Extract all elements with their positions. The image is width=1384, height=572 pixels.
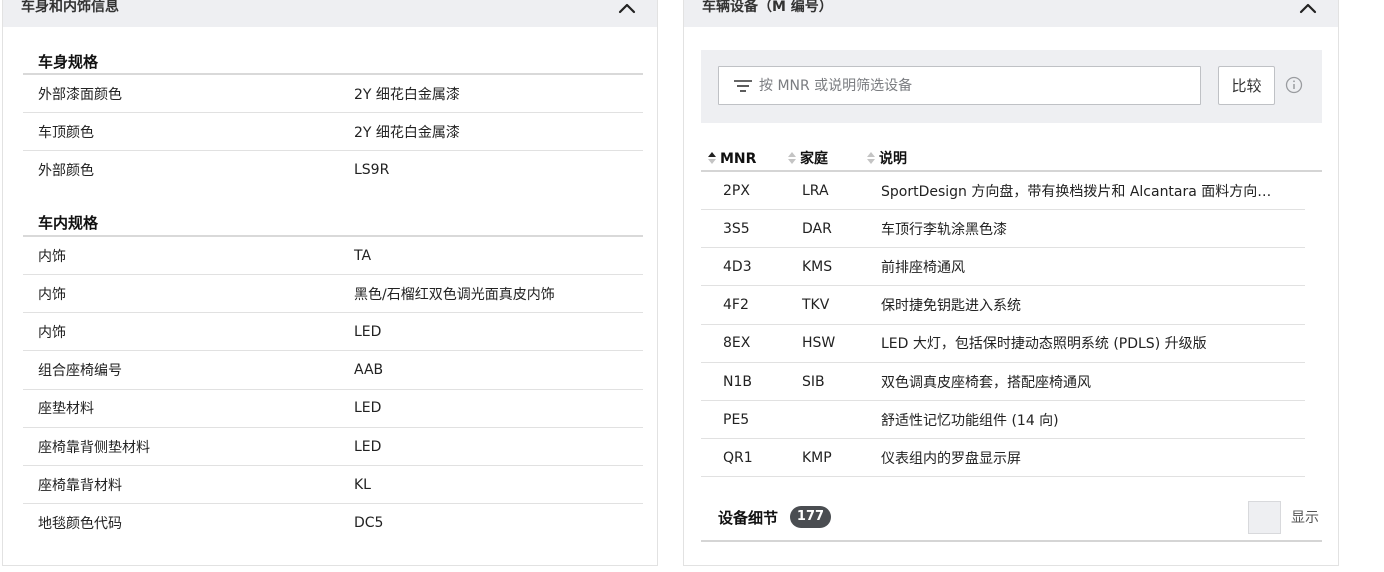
- equipment-details-bar: 设备细节 177 显示: [701, 497, 1322, 542]
- spec-row: 内饰 LED: [23, 313, 643, 352]
- column-header-mnr[interactable]: MNR: [707, 148, 756, 170]
- body-interior-title: 车身和内饰信息: [21, 0, 119, 15]
- spec-value: LED: [354, 438, 382, 455]
- filter-bar: 比较: [701, 50, 1322, 123]
- cell-description: 车顶行李轨涂黑色漆: [881, 221, 1007, 238]
- spec-row: 外部颜色 LS9R: [23, 151, 643, 189]
- cell-description: 保时捷免钥匙进入系统: [881, 298, 1021, 315]
- spec-value: TA: [354, 247, 372, 264]
- spec-row: 地毯颜色代码 DC5: [23, 504, 643, 542]
- spec-row: 组合座椅编号 AAB: [23, 352, 643, 390]
- cell-description: SportDesign 方向盘，带有换档拨片和 Alcantara 面料方向…: [881, 183, 1272, 200]
- show-label[interactable]: 显示: [1291, 507, 1319, 527]
- spec-value: LED: [354, 323, 382, 340]
- equipment-count-badge: 177: [790, 506, 831, 528]
- spec-value: 2Y 细花白金属漆: [354, 86, 460, 103]
- spec-label: 内饰: [38, 324, 66, 341]
- interior-specs-heading: 车内规格: [38, 214, 99, 232]
- show-toggle[interactable]: [1248, 501, 1281, 534]
- cell-family: HSW: [802, 335, 836, 352]
- table-row[interactable]: 8EX HSW LED 大灯，包括保时捷动态照明系统 (PDLS) 升级版: [701, 325, 1305, 363]
- table-row[interactable]: QR1 KMP 仪表组内的罗盘显示屏: [701, 439, 1305, 478]
- spec-value: 黑色/石榴红双色调光面真皮内饰: [354, 286, 555, 303]
- body-specs-heading: 车身规格: [38, 53, 99, 71]
- spec-label: 组合座椅编号: [38, 363, 122, 380]
- sort-icon: [867, 152, 875, 164]
- spec-row: 车顶颜色 2Y 细花白金属漆: [23, 113, 643, 152]
- spec-row: 内饰 黑色/石榴红双色调光面真皮内饰: [23, 275, 643, 314]
- spec-value: LS9R: [354, 162, 390, 179]
- filter-input[interactable]: [759, 67, 1189, 104]
- column-label-family: 家庭: [800, 151, 828, 167]
- column-header-family[interactable]: 家庭: [787, 148, 828, 170]
- equipment-table-header: MNR 家庭 说明: [701, 148, 1322, 172]
- column-label-mnr: MNR: [720, 151, 757, 167]
- cell-mnr: PE5: [723, 411, 750, 428]
- cell-family: LRA: [802, 182, 829, 199]
- cell-mnr: 2PX: [723, 182, 750, 199]
- spec-row: 座垫材料 LED: [23, 390, 643, 428]
- cell-mnr: N1B: [723, 373, 752, 390]
- spec-label: 地毯颜色代码: [38, 516, 122, 533]
- spec-label: 座椅靠背材料: [38, 477, 122, 494]
- body-interior-panel: 车身和内饰信息 车身规格 外部漆面颜色 2Y 细花白金属漆 车顶颜色 2Y 细花白金属…: [2, 0, 658, 566]
- spec-row: 座椅靠背材料 KL: [23, 466, 643, 505]
- spec-label: 外部颜色: [38, 163, 94, 180]
- column-label-description: 说明: [879, 151, 907, 167]
- table-row[interactable]: 3S5 DAR 车顶行李轨涂黑色漆: [701, 210, 1305, 249]
- spec-label: 车顶颜色: [38, 124, 94, 141]
- spec-label: 内饰: [38, 286, 66, 303]
- body-interior-header[interactable]: 车身和内饰信息: [3, 0, 657, 27]
- equipment-details-label: 设备细节: [718, 509, 779, 527]
- cell-mnr: 4F2: [723, 297, 749, 314]
- info-icon[interactable]: [1285, 76, 1303, 94]
- cell-description: 舒适性记忆功能组件 (14 向): [881, 412, 1059, 429]
- sort-icon: [788, 152, 796, 164]
- spec-label: 座椅靠背侧垫材料: [38, 439, 150, 456]
- cell-description: LED 大灯，包括保时捷动态照明系统 (PDLS) 升级版: [881, 336, 1207, 353]
- spec-label: 座垫材料: [38, 401, 94, 418]
- cell-family: DAR: [802, 220, 832, 237]
- cell-family: SIB: [802, 373, 825, 390]
- cell-family: KMS: [802, 258, 833, 275]
- cell-family: KMP: [802, 449, 832, 466]
- cell-mnr: 8EX: [723, 335, 751, 352]
- table-row[interactable]: PE5 舒适性记忆功能组件 (14 向): [701, 401, 1305, 440]
- cell-family: TKV: [802, 297, 830, 314]
- filter-icon: [734, 80, 752, 92]
- cell-description: 仪表组内的罗盘显示屏: [881, 450, 1021, 467]
- spec-value: LED: [354, 400, 382, 417]
- table-row[interactable]: 2PX LRA SportDesign 方向盘，带有换档拨片和 Alcantara …: [701, 172, 1305, 210]
- chevron-up-icon[interactable]: [1298, 1, 1318, 15]
- compare-button[interactable]: 比较: [1218, 66, 1275, 105]
- column-header-description[interactable]: 说明: [866, 148, 907, 170]
- cell-description: 双色调真皮座椅套，搭配座椅通风: [881, 374, 1091, 391]
- spec-row: 座椅靠背侧垫材料 LED: [23, 428, 643, 466]
- spec-label: 外部漆面颜色: [38, 86, 122, 103]
- chevron-up-icon[interactable]: [617, 1, 637, 15]
- spec-value: 2Y 细花白金属漆: [354, 124, 460, 141]
- spec-value: AAB: [354, 362, 384, 379]
- equipment-header[interactable]: 车辆设备（M 编号）: [684, 0, 1338, 27]
- cell-mnr: 4D3: [723, 258, 752, 275]
- spec-value: DC5: [354, 515, 384, 532]
- equipment-title: 车辆设备（M 编号）: [702, 0, 833, 15]
- table-row[interactable]: 4D3 KMS 前排座椅通风: [701, 248, 1305, 287]
- spec-label: 内饰: [38, 248, 66, 265]
- spec-row: 外部漆面颜色 2Y 细花白金属漆: [23, 75, 643, 113]
- table-row[interactable]: N1B SIB 双色调真皮座椅套，搭配座椅通风: [701, 363, 1305, 401]
- spec-row: 内饰 TA: [23, 237, 643, 275]
- cell-mnr: 3S5: [723, 220, 750, 237]
- filter-field[interactable]: [718, 66, 1201, 105]
- spec-value: KL: [354, 476, 371, 493]
- sort-asc-icon: [708, 152, 716, 164]
- cell-description: 前排座椅通风: [881, 259, 965, 276]
- table-row[interactable]: 4F2 TKV 保时捷免钥匙进入系统: [701, 287, 1305, 325]
- cell-mnr: QR1: [723, 449, 753, 466]
- equipment-panel: 车辆设备（M 编号） 比较 MNR: [683, 0, 1339, 566]
